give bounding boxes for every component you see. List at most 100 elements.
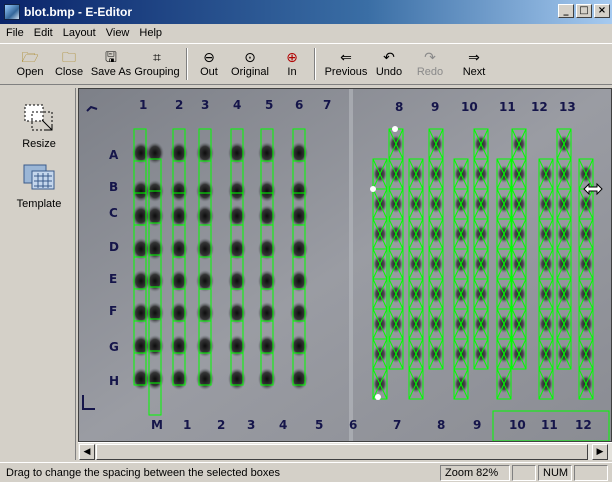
blot-label: 11 — [499, 100, 516, 114]
close-file-button[interactable]: 🗀 Close — [50, 45, 88, 83]
menu-edit[interactable]: Edit — [30, 27, 59, 39]
template-tool[interactable]: Template — [6, 162, 72, 210]
membrane-gap — [349, 89, 353, 441]
zoom-original-label: Original — [231, 66, 269, 78]
blot-label: 4 — [233, 98, 241, 112]
save-as-button[interactable]: 🖫 Save As — [88, 45, 134, 83]
previous-button[interactable]: ⇐ Previous — [322, 45, 370, 83]
membrane-background — [79, 89, 611, 441]
blot-label: 8 — [437, 418, 445, 432]
zoom-in-label: In — [287, 66, 297, 78]
zoom-in-icon: ⊕ — [286, 50, 298, 66]
toolbar-separator — [314, 48, 316, 80]
zoom-out-button[interactable]: ⊖ Out — [194, 45, 224, 83]
toolbar: 🗁 Open 🗀 Close 🖫 Save As ⌗ Grouping ⊖ Ou… — [0, 43, 612, 85]
resize-tool[interactable]: Resize — [6, 102, 72, 150]
next-button[interactable]: ⇒ Next — [452, 45, 496, 83]
blot-label: 8 — [395, 100, 403, 114]
close-label: Close — [54, 66, 84, 78]
blot-label: 10 — [461, 100, 478, 114]
blot-label: 7 — [323, 98, 331, 112]
blot-label: M — [151, 418, 163, 432]
close-button[interactable]: × — [594, 4, 610, 18]
selection-handle[interactable] — [375, 394, 381, 400]
arrow-left-icon: ⇐ — [340, 50, 352, 66]
blot-label: 10 — [509, 418, 526, 432]
close-folder-icon: 🗀 — [62, 50, 76, 66]
blot-label: 3 — [201, 98, 209, 112]
blot-label: 11 — [541, 418, 558, 432]
menu-layout[interactable]: Layout — [59, 27, 102, 39]
status-message: Drag to change the spacing between the s… — [6, 467, 280, 479]
app-icon — [4, 4, 20, 20]
blot-label: F — [109, 304, 117, 318]
horizontal-scrollbar[interactable]: ◀ ▶ — [78, 442, 612, 460]
window-title: blot.bmp - E-Editor — [24, 5, 132, 19]
blot-label: C — [109, 206, 118, 220]
save-as-label: Save As — [90, 66, 132, 78]
undo-label: Undo — [375, 66, 403, 78]
num-lock-indicator: NUM — [538, 465, 572, 481]
redo-label: Redo — [416, 66, 444, 78]
open-button[interactable]: 🗁 Open — [10, 45, 50, 83]
zoom-in-button[interactable]: ⊕ In — [276, 45, 308, 83]
blot-label: E — [109, 272, 117, 286]
redo-button[interactable]: ↷ Redo — [408, 45, 452, 83]
zoom-out-label: Out — [200, 66, 218, 78]
undo-icon: ↶ — [383, 50, 395, 66]
maximize-button[interactable]: □ — [576, 4, 592, 18]
open-label: Open — [16, 66, 44, 78]
scroll-left-icon[interactable]: ◀ — [79, 444, 95, 460]
blot-label: 1 — [139, 98, 147, 112]
arrow-right-icon: ⇒ — [468, 50, 480, 66]
blot-label: H — [109, 374, 119, 388]
menu-bar: File Edit Layout View Help — [0, 24, 612, 42]
blot-label: 5 — [265, 98, 273, 112]
selection-handle[interactable] — [392, 126, 398, 132]
toolbar-separator — [186, 48, 188, 80]
menu-file[interactable]: File — [2, 27, 30, 39]
blot-label: 6 — [295, 98, 303, 112]
tool-panel: Resize Template — [2, 88, 76, 460]
blot-label: 4 — [279, 418, 287, 432]
blot-label: 12 — [575, 418, 592, 432]
menu-help[interactable]: Help — [135, 27, 168, 39]
selection-handle[interactable] — [370, 186, 376, 192]
next-label: Next — [462, 66, 486, 78]
blot-label: G — [109, 340, 119, 354]
undo-button[interactable]: ↶ Undo — [370, 45, 408, 83]
blot-label: D — [109, 240, 119, 254]
zoom-indicator: Zoom 82% — [440, 465, 510, 481]
redo-icon: ↷ — [424, 50, 436, 66]
menu-view[interactable]: View — [102, 27, 136, 39]
blot-image[interactable]: 1 2 3 4 5 6 7 8 9 10 11 12 13ABCDEFGHM 1 2 3 4 5 6 7 8 9 10 11 1… — [79, 89, 612, 442]
grouping-icon: ⌗ — [153, 50, 161, 66]
blot-label: 1 — [183, 418, 191, 432]
blot-label: 13 — [559, 100, 576, 114]
grouping-button[interactable]: ⌗ Grouping — [134, 45, 180, 83]
blot-label: 7 — [393, 418, 401, 432]
blot-label: 5 — [315, 418, 323, 432]
grouping-label: Grouping — [134, 66, 180, 78]
blot-label: 6 — [349, 418, 357, 432]
blot-label: 9 — [473, 418, 481, 432]
previous-label: Previous — [324, 66, 368, 78]
template-icon — [23, 164, 55, 190]
blot-label: A — [109, 148, 119, 162]
save-disk-icon: 🖫 — [105, 50, 117, 66]
blot-label: B — [109, 180, 118, 194]
status-bar: Drag to change the spacing between the s… — [0, 462, 612, 482]
status-cell-empty — [574, 465, 608, 481]
blot-label: 2 — [175, 98, 183, 112]
blot-canvas[interactable]: 1 2 3 4 5 6 7 8 9 10 11 12 13 A B C D E F G H M 1 2 3 4 5 6 7 8 9 10 11 1… — [78, 88, 612, 442]
zoom-out-icon: ⊖ — [203, 50, 215, 66]
zoom-original-icon: ⊙ — [244, 50, 256, 66]
zoom-original-button[interactable]: ⊙ Original — [224, 45, 276, 83]
template-label: Template — [16, 198, 62, 210]
scroll-thumb[interactable] — [96, 444, 588, 460]
blot-label: 9 — [431, 100, 439, 114]
scroll-right-icon[interactable]: ▶ — [592, 444, 608, 460]
minimize-button[interactable]: _ — [558, 4, 574, 18]
blot-label: 3 — [247, 418, 255, 432]
blot-label: 12 — [531, 100, 548, 114]
